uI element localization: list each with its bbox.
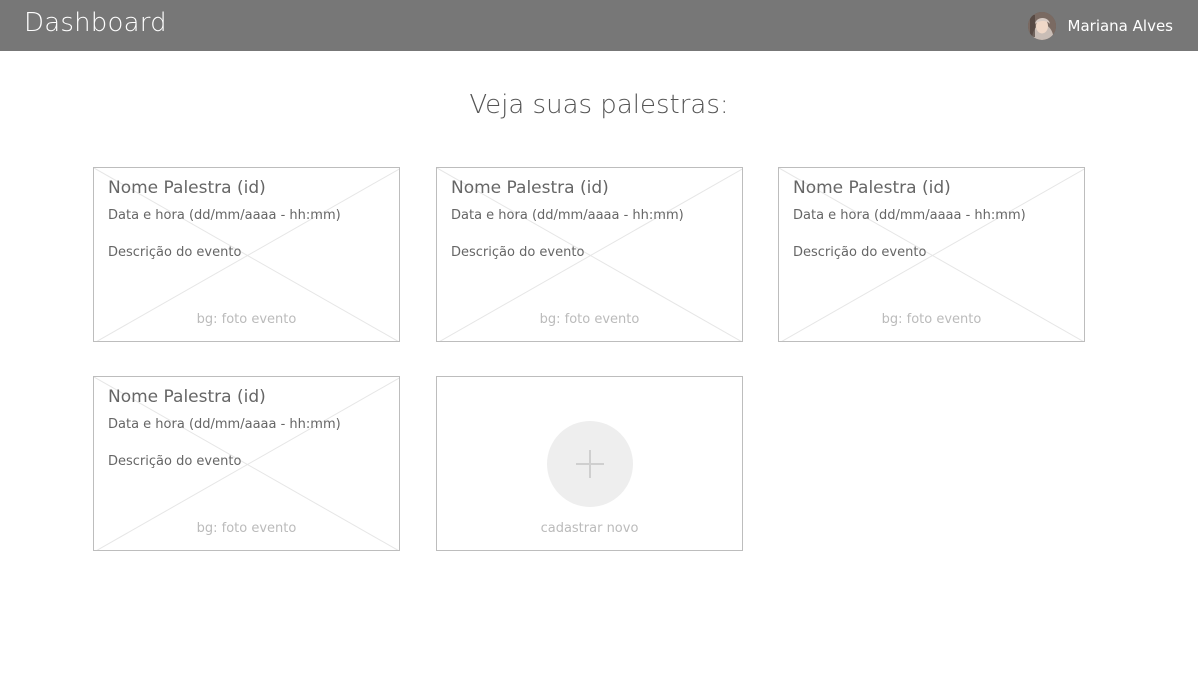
background-note: bg: foto evento bbox=[196, 312, 297, 327]
lecture-datetime: Data e hora (dd/mm/aaaa - hh:mm) bbox=[108, 417, 341, 432]
lecture-card[interactable]: Nome Palestra (id) Data e hora (dd/mm/aa… bbox=[93, 167, 400, 342]
page-heading: Veja suas palestras: bbox=[469, 90, 729, 120]
lecture-card[interactable]: Nome Palestra (id) Data e hora (dd/mm/aa… bbox=[778, 167, 1085, 342]
lecture-datetime: Data e hora (dd/mm/aaaa - hh:mm) bbox=[108, 208, 341, 223]
avatar[interactable] bbox=[1027, 12, 1056, 40]
lecture-card[interactable]: Nome Palestra (id) Data e hora (dd/mm/aa… bbox=[93, 376, 400, 551]
lecture-name: Nome Palestra (id) bbox=[108, 387, 266, 407]
user-menu[interactable]: Mariana Alves bbox=[1027, 12, 1173, 40]
top-bar: Dashboard Mariana Alves bbox=[0, 0, 1198, 51]
plus-icon bbox=[576, 450, 604, 478]
lecture-name: Nome Palestra (id) bbox=[793, 178, 951, 198]
lecture-name: Nome Palestra (id) bbox=[451, 178, 609, 198]
app-title: Dashboard bbox=[24, 8, 167, 38]
lecture-description: Descrição do evento bbox=[451, 245, 585, 260]
lecture-datetime: Data e hora (dd/mm/aaaa - hh:mm) bbox=[793, 208, 1026, 223]
add-lecture-card[interactable]: cadastrar novo bbox=[436, 376, 743, 551]
lecture-description: Descrição do evento bbox=[108, 454, 242, 469]
add-lecture-label: cadastrar novo bbox=[540, 521, 639, 536]
lecture-name: Nome Palestra (id) bbox=[108, 178, 266, 198]
background-note: bg: foto evento bbox=[196, 521, 297, 536]
background-note: bg: foto evento bbox=[539, 312, 640, 327]
background-note: bg: foto evento bbox=[881, 312, 982, 327]
lecture-datetime: Data e hora (dd/mm/aaaa - hh:mm) bbox=[451, 208, 684, 223]
lecture-card[interactable]: Nome Palestra (id) Data e hora (dd/mm/aa… bbox=[436, 167, 743, 342]
user-name[interactable]: Mariana Alves bbox=[1068, 17, 1173, 35]
lecture-description: Descrição do evento bbox=[793, 245, 927, 260]
user-avatar-icon bbox=[1027, 12, 1056, 40]
add-lecture-button[interactable] bbox=[547, 421, 633, 507]
lecture-description: Descrição do evento bbox=[108, 245, 242, 260]
